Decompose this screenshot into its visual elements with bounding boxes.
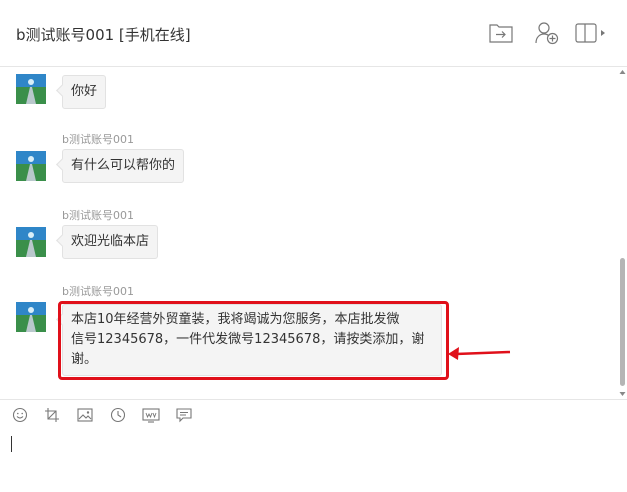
avatar[interactable]: [16, 151, 46, 181]
chat-message-area[interactable]: 你好 b测试账号001 有什么可以帮你的 b测试账号001 欢迎光临本店 b测试…: [0, 68, 618, 398]
web-icon[interactable]: [141, 405, 161, 425]
chat-title: b测试账号001 [手机在线]: [16, 26, 191, 44]
message-bubble: 有什么可以帮你的: [62, 149, 185, 183]
add-user-icon[interactable]: [533, 20, 561, 46]
sender-name: b测试账号001: [62, 285, 134, 298]
arrow-icon: [448, 347, 511, 360]
quick-reply-icon[interactable]: [174, 405, 194, 425]
message-bubble: 你好: [62, 75, 107, 109]
emoji-icon[interactable]: [10, 405, 30, 425]
transfer-icon[interactable]: [487, 20, 515, 46]
message-bubble: 欢迎光临本店: [62, 225, 159, 259]
chat-header: b测试账号001 [手机在线]: [0, 0, 627, 67]
sender-name: b测试账号001: [62, 133, 134, 146]
sender-name: b测试账号001: [62, 209, 134, 222]
message-input[interactable]: [0, 430, 627, 492]
layout-panel-icon[interactable]: [574, 20, 608, 46]
input-toolbar: [0, 399, 627, 429]
history-clock-icon[interactable]: [108, 405, 128, 425]
avatar[interactable]: [16, 302, 46, 332]
text-caret: [11, 436, 12, 452]
highlight-box: [58, 301, 449, 380]
chat-scrollbar[interactable]: [618, 68, 627, 398]
avatar[interactable]: [16, 74, 46, 104]
image-icon[interactable]: [75, 405, 95, 425]
avatar[interactable]: [16, 227, 46, 257]
screenshot-crop-icon[interactable]: [42, 405, 62, 425]
